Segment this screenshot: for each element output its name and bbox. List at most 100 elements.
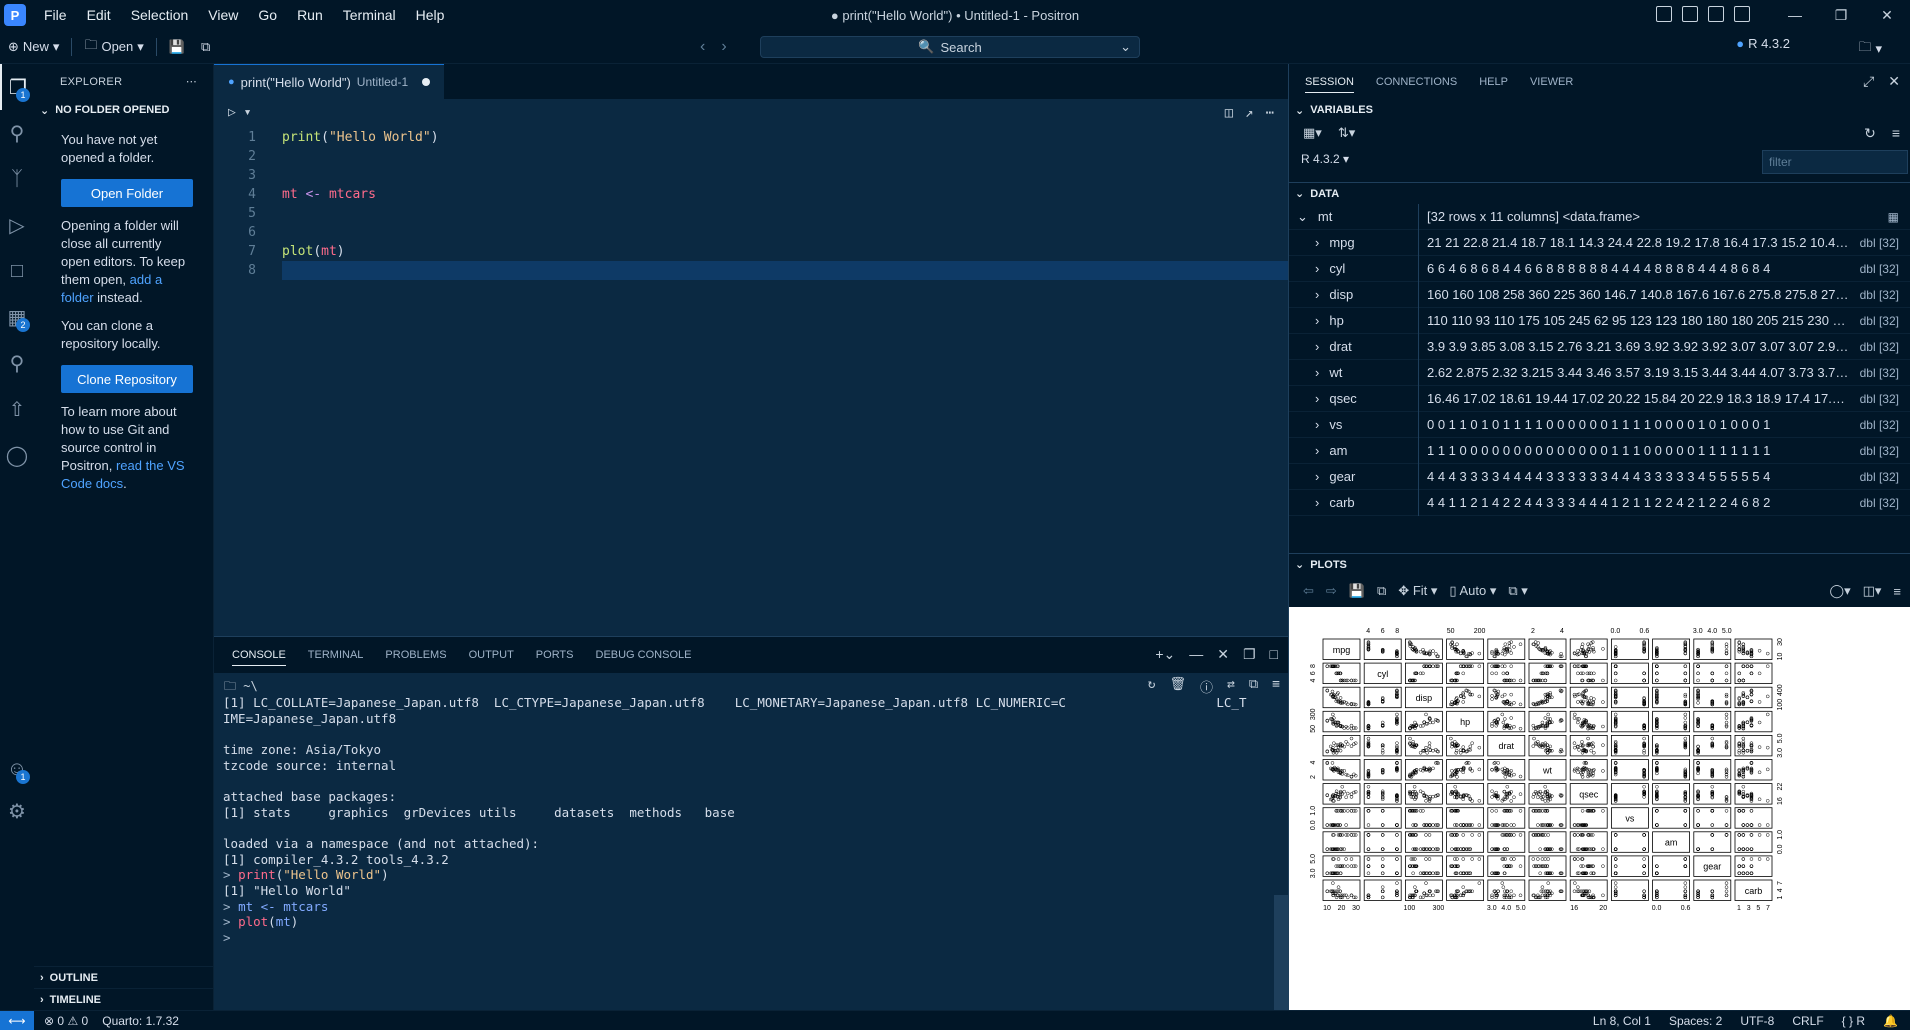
tab-session[interactable]: SESSION	[1305, 76, 1354, 93]
tab-debug-console[interactable]: DEBUG CONSOLE	[596, 649, 692, 661]
forward-arrow-icon[interactable]: ›	[721, 38, 726, 56]
maximize-panel-icon[interactable]: □	[1270, 646, 1278, 663]
close-console-icon[interactable]: ✕	[1217, 646, 1229, 663]
clear-variables-icon[interactable]: ≡	[1892, 125, 1900, 142]
plot-viewer[interactable]: mpg cyl disp hp drat wt qsec vs am gear carb 4 6 8 50 2…	[1289, 607, 1910, 1010]
tab-connections[interactable]: CONNECTIONS	[1376, 76, 1457, 88]
menu-help[interactable]: Help	[406, 7, 455, 23]
timeline-section[interactable]: › TIMELINE	[34, 988, 214, 1010]
plots-section[interactable]: ⌄ PLOTS	[1289, 553, 1910, 575]
variable-row-mt[interactable]: ⌄ mt [32 rows x 11 columns] <data.frame> …	[1289, 203, 1910, 230]
working-directory-button[interactable]: 🗀 ▾	[1850, 38, 1890, 60]
plot-history-icon[interactable]: ◯▾	[1830, 583, 1851, 599]
new-console-icon[interactable]: +⌄	[1155, 646, 1175, 663]
layout-icon[interactable]: ◫▾	[1863, 583, 1882, 599]
variable-row-drat[interactable]: › drat 3.9 3.9 3.85 3.08 3.15 2.76 3.21 3.…	[1289, 333, 1910, 360]
menu-file[interactable]: File	[34, 7, 77, 23]
no-folder-section[interactable]: ⌄ NO FOLDER OPENED	[34, 99, 213, 121]
open-in-editor-icon[interactable]: ⧉	[1249, 677, 1258, 696]
quarto-version[interactable]: Quarto: 1.7.32	[102, 1014, 179, 1028]
tab-help[interactable]: HELP	[1479, 76, 1508, 88]
toggle-wrap-icon[interactable]: ≡	[1272, 677, 1280, 696]
publish-icon[interactable]: ⇧	[0, 386, 34, 432]
variable-row-mpg[interactable]: › mpg 21 21 22.8 21.4 18.7 18.1 14.3 24.4 …	[1289, 229, 1910, 256]
toggle-panel-icon[interactable]	[1708, 6, 1724, 22]
source-control-icon[interactable]: ᛉ	[0, 156, 34, 202]
restore-icon[interactable]: ❐	[1818, 7, 1864, 24]
variable-row-carb[interactable]: › carb 4 4 1 1 2 1 4 2 2 4 4 3 3 3 4 4 4 1…	[1289, 489, 1910, 516]
zoom-fit-button[interactable]: ✥ Fit ▾	[1398, 583, 1437, 599]
extensions-icon[interactable]: ▦ 2	[0, 294, 34, 340]
settings-gear-icon[interactable]: ⚙	[0, 788, 34, 834]
open-plot-in-icon[interactable]: ⧉ ▾	[1508, 583, 1527, 599]
menu-terminal[interactable]: Terminal	[333, 7, 406, 23]
back-arrow-icon[interactable]: ‹	[700, 38, 705, 56]
menu-view[interactable]: View	[198, 7, 248, 23]
more-actions-icon[interactable]: ⋯	[186, 75, 197, 88]
variable-row-qsec[interactable]: › qsec 16.46 17.02 18.61 19.44 17.02 20.22…	[1289, 385, 1910, 412]
cursor-position[interactable]: Ln 8, Col 1	[1593, 1014, 1651, 1028]
variable-row-vs[interactable]: › vs 0 0 1 1 0 1 0 1 1 1 1 0 0 0 0 0 0 1 1…	[1289, 411, 1910, 438]
console-prompt-line[interactable]: >	[223, 928, 231, 947]
variables-filter-input[interactable]	[1762, 150, 1908, 174]
explorer-icon[interactable]: ❐ 1	[0, 64, 34, 110]
save-button[interactable]: 💾	[161, 39, 193, 55]
new-button[interactable]: ⊕ New ▾	[0, 39, 67, 55]
variable-row-cyl[interactable]: › cyl 6 6 4 6 8 6 8 4 4 6 6 8 8 8 8 8 8 4 …	[1289, 255, 1910, 282]
tab-ports[interactable]: PORTS	[536, 649, 574, 661]
menu-go[interactable]: Go	[248, 7, 287, 23]
variables-section[interactable]: ⌄ VARIABLES	[1289, 99, 1910, 121]
open-in-new-window-icon[interactable]: ↗	[1245, 105, 1253, 121]
save-all-button[interactable]: ⧉	[193, 39, 218, 55]
indentation[interactable]: Spaces: 2	[1669, 1014, 1722, 1028]
run-debug-icon[interactable]: ▷	[0, 202, 34, 248]
minimize-icon[interactable]: —	[1772, 7, 1818, 23]
data-group-header[interactable]: ⌄ DATA	[1289, 182, 1910, 204]
sort-icon[interactable]: ⇅▾	[1338, 125, 1355, 141]
tab-problems[interactable]: PROBLEMS	[385, 649, 446, 661]
toggle-sidebar-icon[interactable]	[1682, 6, 1698, 22]
minimize-panel-icon[interactable]: —	[1189, 646, 1203, 663]
notifications-bell-icon[interactable]: 🔔	[1883, 1014, 1898, 1028]
remote-indicator-icon[interactable]: ⟷	[0, 1010, 34, 1030]
github-icon[interactable]: ◯	[0, 432, 34, 478]
size-auto-button[interactable]: ▯ Auto ▾	[1449, 583, 1496, 599]
table-view-icon[interactable]: ▦	[1888, 210, 1899, 224]
refresh-icon[interactable]: ↻	[1864, 125, 1876, 142]
accounts-icon[interactable]: ☺ 1	[0, 746, 34, 792]
variable-row-wt[interactable]: › wt 2.62 2.875 2.32 3.215 3.44 3.46 3.57 …	[1289, 359, 1910, 386]
grouping-icon[interactable]: ▦▾	[1303, 125, 1322, 141]
editor-tab-untitled-1[interactable]: ● print("Hello World") Untitled-1	[214, 64, 444, 99]
tab-console[interactable]: CONSOLE	[232, 649, 286, 666]
maximize-icon[interactable]: ⤢	[1863, 73, 1874, 90]
close-pane-icon[interactable]: ✕	[1888, 73, 1900, 90]
open-button[interactable]: 🗀 Open ▾	[76, 36, 151, 58]
run-button[interactable]: ▷ ▾	[228, 105, 251, 120]
split-editor-icon[interactable]: ◫	[1225, 105, 1233, 121]
variable-row-disp[interactable]: › disp 160 160 108 258 360 225 360 146.7 1…	[1289, 281, 1910, 308]
language-mode[interactable]: { } R	[1842, 1014, 1865, 1028]
previous-plot-icon[interactable]: ⇦	[1303, 583, 1314, 599]
unsaved-dot-icon[interactable]	[422, 78, 431, 86]
open-folder-button[interactable]: Open Folder	[61, 179, 193, 207]
customize-layout-icon[interactable]	[1656, 6, 1672, 22]
save-plot-icon[interactable]: 💾	[1349, 583, 1365, 599]
tab-viewer[interactable]: VIEWER	[1530, 76, 1573, 88]
close-window-icon[interactable]: ✕	[1864, 7, 1910, 24]
variable-row-am[interactable]: › am 1 1 1 0 0 0 0 0 0 0 0 0 0 0 0 0 0 1 1…	[1289, 437, 1910, 464]
code-editor[interactable]: ▷ ▾ ◫ ↗ ⋯ 1 print("Hello World") 2 3 4 mt …	[214, 99, 1288, 635]
encoding[interactable]: UTF-8	[1740, 1014, 1774, 1028]
remote-explorer-icon[interactable]: □	[0, 248, 34, 294]
end-of-line[interactable]: CRLF	[1792, 1014, 1823, 1028]
clear-plots-icon[interactable]: ≡	[1893, 584, 1901, 599]
variable-row-gear[interactable]: › gear 4 4 4 3 3 3 3 4 4 4 4 3 3 3 3 3 3 4…	[1289, 463, 1910, 490]
problems-indicator[interactable]: ⊗ 0 ⚠ 0	[44, 1014, 88, 1028]
variable-row-hp[interactable]: › hp 110 110 93 110 175 105 245 62 95 123 …	[1289, 307, 1910, 334]
clone-repository-button[interactable]: Clone Repository	[61, 365, 193, 393]
copy-plot-icon[interactable]: ⧉	[1377, 583, 1386, 599]
interpreter-selector[interactable]: ● R 4.3.2	[1736, 36, 1790, 51]
tab-terminal[interactable]: TERMINAL	[308, 649, 364, 661]
search-icon[interactable]: ⚲	[0, 110, 34, 156]
menu-edit[interactable]: Edit	[77, 7, 121, 23]
tab-output[interactable]: OUTPUT	[469, 649, 514, 661]
